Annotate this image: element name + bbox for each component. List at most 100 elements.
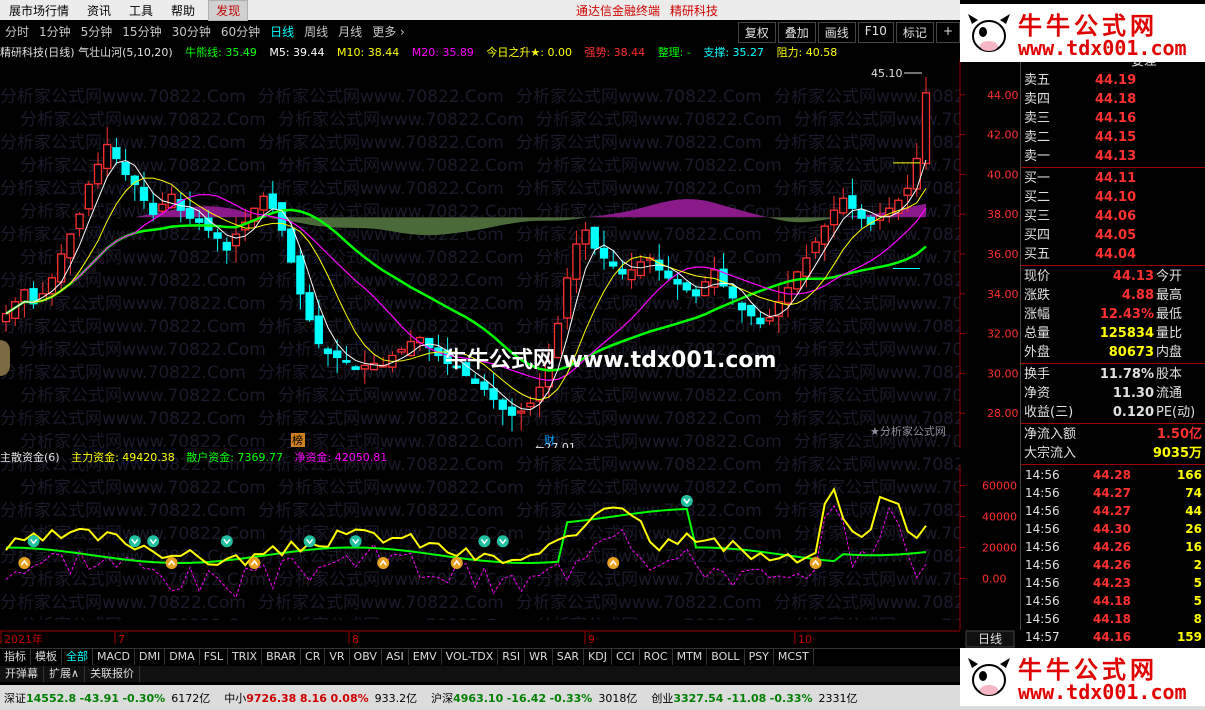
- index-item[interactable]: 中小9726.38 8.16 0.08% 933.2亿: [224, 690, 417, 706]
- candle-body[interactable]: [774, 301, 783, 317]
- indicator-tab-dmi[interactable]: DMI: [135, 649, 166, 665]
- period-tab-weekly[interactable]: 周线: [299, 23, 333, 40]
- candle-body[interactable]: [811, 241, 820, 254]
- candle-body[interactable]: [489, 388, 498, 400]
- period-tab-30min[interactable]: 30分钟: [167, 23, 216, 40]
- candle-body[interactable]: [75, 213, 84, 230]
- candle-body[interactable]: [747, 304, 756, 317]
- indicator-tab-cci[interactable]: CCI: [612, 649, 640, 665]
- mark-button[interactable]: 标记: [895, 22, 934, 43]
- candle-body[interactable]: [691, 289, 701, 297]
- indicator-tab-boll[interactable]: BOLL: [707, 649, 745, 665]
- candle-body[interactable]: [342, 360, 351, 363]
- candle-body[interactable]: [903, 187, 912, 196]
- candle-body[interactable]: [93, 163, 103, 185]
- candle-body[interactable]: [783, 287, 793, 304]
- candle-body[interactable]: [287, 228, 296, 263]
- period-tab-15min[interactable]: 15分钟: [117, 23, 166, 40]
- candle-body[interactable]: [305, 292, 314, 321]
- candle-body[interactable]: [526, 402, 535, 408]
- indicator-tab-trix[interactable]: TRIX: [228, 649, 263, 665]
- indicator-tab-obv[interactable]: OBV: [350, 649, 382, 665]
- candle-body[interactable]: [314, 315, 323, 345]
- indicator-tab-模板[interactable]: 模板: [31, 649, 62, 665]
- candle-body[interactable]: [471, 378, 480, 384]
- indicator-tab-roc[interactable]: ROC: [640, 649, 673, 665]
- candle-body[interactable]: [213, 232, 222, 239]
- add-icon[interactable]: +: [935, 22, 960, 43]
- candle-body[interactable]: [737, 302, 747, 311]
- fund-flow-chart[interactable]: 60000 40000 20000 0.00: [0, 465, 1020, 630]
- indicator-tab-mcst[interactable]: MCST: [774, 649, 814, 665]
- candle-body[interactable]: [701, 281, 710, 297]
- candle-body[interactable]: [351, 366, 360, 371]
- candle-body[interactable]: [673, 279, 682, 285]
- candle-body[interactable]: [563, 277, 572, 319]
- candle-body[interactable]: [857, 209, 866, 219]
- buy-level-row[interactable]: 买三 44.06: [1021, 207, 1205, 226]
- candle-body[interactable]: [185, 207, 195, 219]
- buy-level-row[interactable]: 买二 44.10: [1021, 188, 1205, 207]
- indicator-tab-指标[interactable]: 指标: [0, 649, 31, 665]
- indicator-tab-vr[interactable]: VR: [325, 649, 350, 665]
- candle-body[interactable]: [581, 229, 590, 245]
- candle-body[interactable]: [195, 218, 204, 223]
- period-tab-daily[interactable]: 日线: [265, 23, 299, 40]
- sell-level-row[interactable]: 卖四 44.18: [1021, 90, 1205, 109]
- indicator-tab-wr[interactable]: WR: [525, 649, 553, 665]
- candle-body[interactable]: [627, 269, 636, 281]
- candle-body[interactable]: [682, 282, 691, 291]
- candle-body[interactable]: [609, 261, 618, 267]
- candle-body[interactable]: [158, 203, 167, 212]
- indicator-tab-fsl[interactable]: FSL: [200, 649, 228, 665]
- indicator-tab-全部[interactable]: 全部: [62, 649, 93, 665]
- candle-body[interactable]: [480, 381, 489, 390]
- indicator-tab-rsi[interactable]: RSI: [498, 649, 526, 665]
- fuquan-button[interactable]: 复权: [737, 22, 776, 43]
- indicator-tab-asi[interactable]: ASI: [382, 649, 409, 665]
- candle-body[interactable]: [130, 175, 139, 186]
- candle-body[interactable]: [323, 348, 333, 355]
- indicator-tab-mtm[interactable]: MTM: [673, 649, 708, 665]
- candle-body[interactable]: [848, 195, 857, 209]
- candle-body[interactable]: [259, 195, 268, 211]
- kline-chart[interactable]: 44.00 42.00 40.00 38.00 36.00 34.00 32.00 30.00…: [0, 60, 1020, 448]
- period-tab-5min[interactable]: 5分钟: [76, 23, 118, 40]
- period-tab-1min[interactable]: 1分钟: [34, 23, 76, 40]
- candle-body[interactable]: [20, 289, 29, 303]
- candle-body[interactable]: [1, 313, 11, 323]
- candle-body[interactable]: [572, 243, 581, 280]
- candle-body[interactable]: [277, 202, 287, 231]
- menu-market[interactable]: 展市场行情: [0, 2, 78, 19]
- indicator-tab-psy[interactable]: PSY: [745, 649, 774, 665]
- candle-body[interactable]: [728, 286, 737, 299]
- candle-body[interactable]: [84, 183, 93, 210]
- candle-body[interactable]: [268, 193, 277, 209]
- candle-body[interactable]: [802, 257, 811, 277]
- f10-button[interactable]: F10: [857, 22, 894, 43]
- candle-body[interactable]: [820, 225, 829, 245]
- index-item[interactable]: 沪深4963.10 -16.42 -0.33% 3018亿: [431, 690, 637, 706]
- related-quote-toggle[interactable]: 关联报价: [85, 666, 141, 682]
- indicator-tab-brar[interactable]: BRAR: [262, 649, 302, 665]
- collapse-handle-icon[interactable]: [0, 340, 10, 376]
- indicator-tab-sar[interactable]: SAR: [553, 649, 585, 665]
- indicator-tab-vol-tdx[interactable]: VOL-TDX: [442, 649, 499, 665]
- candle-body[interactable]: [139, 186, 149, 201]
- candle-body[interactable]: [507, 406, 517, 416]
- indicator-tab-macd[interactable]: MACD: [93, 649, 135, 665]
- index-item[interactable]: 深证14552.8 -43.91 -0.30% 6172亿: [4, 690, 210, 706]
- expand-toggle[interactable]: 扩展∧: [44, 666, 86, 682]
- candle-body[interactable]: [149, 202, 158, 215]
- candle-body[interactable]: [112, 147, 121, 160]
- candle-body[interactable]: [397, 348, 406, 353]
- candle-body[interactable]: [333, 350, 342, 359]
- danmu-toggle[interactable]: 开弹幕: [0, 666, 44, 682]
- candle-body[interactable]: [121, 161, 130, 176]
- candle-body[interactable]: [765, 317, 774, 322]
- sell-level-row[interactable]: 卖一 44.13: [1021, 147, 1205, 166]
- period-tab-more[interactable]: 更多 ›: [367, 23, 410, 40]
- finance-badge[interactable]: 财: [544, 433, 555, 447]
- candle-body[interactable]: [829, 209, 839, 226]
- index-item[interactable]: 创业3327.54 -11.08 -0.33% 2331亿: [651, 690, 857, 706]
